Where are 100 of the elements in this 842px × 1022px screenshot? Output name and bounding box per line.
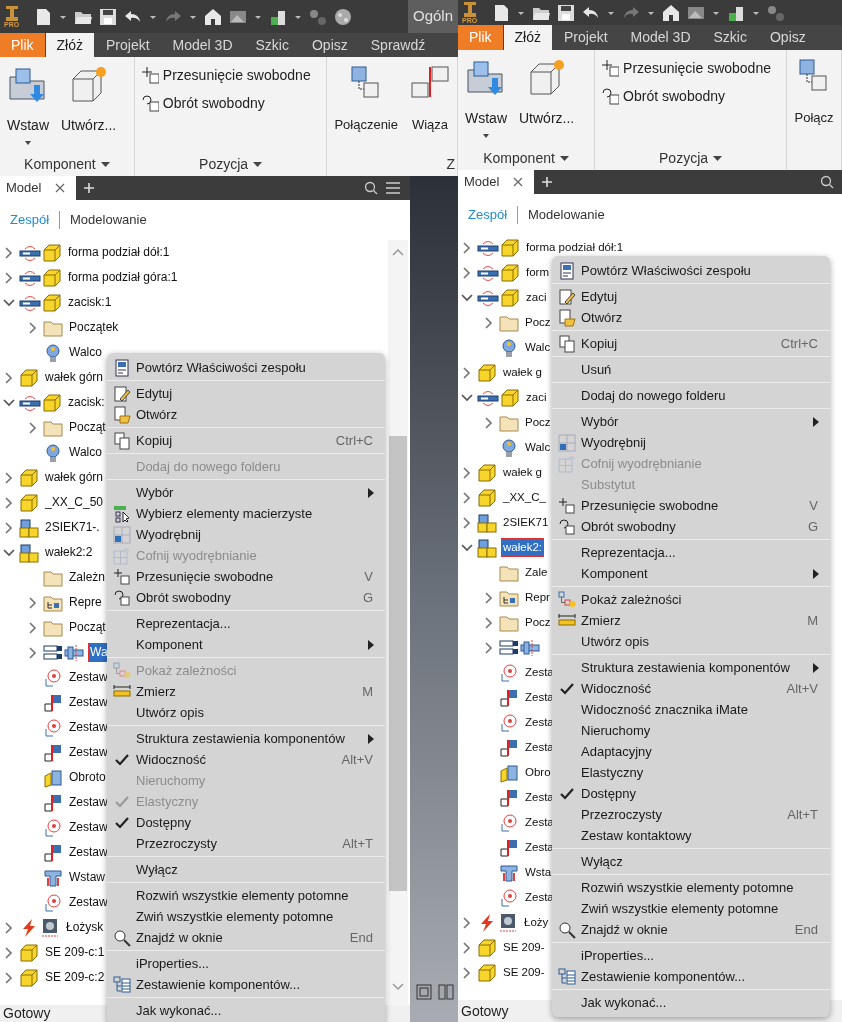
ribbon-button[interactable]: Wstaw (462, 56, 510, 146)
chevron-up-icon[interactable] (392, 248, 404, 256)
tree-item[interactable]: Walc (523, 338, 553, 357)
tree-item[interactable]: SE 209-c:1 (43, 943, 107, 962)
new-file-icon[interactable] (34, 7, 53, 26)
menu-item[interactable]: Rozwiń wszystkie elementy potomne (552, 877, 830, 898)
plus-icon[interactable] (84, 183, 94, 193)
ribbon-button[interactable]: Obrót swobodny (599, 84, 782, 108)
save-icon[interactable] (99, 7, 118, 26)
menu-item[interactable]: Przezroczysty Alt+T (552, 804, 830, 825)
ribbon-tab[interactable]: Model 3D (619, 25, 702, 50)
menu-item[interactable]: Zwiń wszystkie elementy potomne (107, 906, 385, 927)
menu-item[interactable]: Wybór (552, 411, 830, 432)
tree-item[interactable]: wałek g (501, 363, 544, 382)
menu-item[interactable]: Zestawienie komponentów... (107, 974, 385, 995)
plus-icon[interactable] (542, 177, 552, 187)
menu-item[interactable]: Pokaż zależności (552, 589, 830, 610)
tree-item[interactable]: Walc (523, 438, 553, 457)
tree-item[interactable]: Zestaw (67, 843, 110, 862)
menu-item[interactable]: Reprezentacja... (552, 542, 830, 563)
ribbon-button[interactable]: Wiąza (407, 63, 453, 152)
tree-item[interactable]: Zestaw (67, 818, 110, 837)
dots-icon[interactable] (767, 3, 786, 22)
menu-item[interactable]: Dostępny (552, 783, 830, 804)
globe-icon[interactable] (334, 7, 353, 26)
ribbon-button[interactable]: Utwórz... (58, 63, 120, 152)
chevron-right-icon[interactable] (463, 941, 471, 954)
ribbon-button[interactable]: Utwórz... (516, 56, 578, 146)
close-icon[interactable] (55, 183, 66, 193)
tree-item[interactable]: forma podział dół:1 (66, 243, 172, 262)
chevron-right-icon[interactable] (5, 496, 13, 509)
tree-item[interactable]: Zależn (67, 568, 108, 587)
chevron-right-icon[interactable] (485, 416, 493, 429)
chevron-right-icon[interactable] (463, 266, 471, 279)
chevron-right-icon[interactable] (485, 316, 493, 329)
menu-item[interactable]: Komponent (107, 634, 385, 655)
dots-icon[interactable] (309, 7, 328, 26)
menu-item[interactable]: iProperties... (552, 945, 830, 966)
menu-item[interactable]: Komponent (552, 563, 830, 584)
ribbon-group-title[interactable]: Komponent (483, 147, 569, 169)
menu-item[interactable]: iProperties... (107, 953, 385, 974)
tree-item[interactable]: Repre (67, 593, 104, 612)
tree-item[interactable]: SE 209- (501, 938, 547, 957)
menu-item[interactable]: Przezroczysty Alt+T (107, 833, 385, 854)
menu-item[interactable]: Nieruchomy (552, 720, 830, 741)
home-icon[interactable] (204, 7, 223, 26)
menu-item[interactable]: Zestaw kontaktowy (552, 825, 830, 846)
tree-item[interactable]: SE 209-c:2 (43, 968, 107, 987)
tree-item[interactable]: Zestaw (67, 793, 110, 812)
tree-item[interactable]: wałek g (501, 463, 544, 482)
ribbon-tab[interactable]: Złóż (45, 33, 94, 57)
menu-item[interactable]: Przesunięcie swobodne V (552, 495, 830, 516)
menu-item[interactable]: Zestawienie komponentów... (552, 966, 830, 987)
tree-item[interactable]: Łożysk (64, 918, 106, 937)
chevron-right-icon[interactable] (29, 621, 37, 634)
menu-item[interactable]: Wyłącz (107, 859, 385, 880)
tree-item[interactable]: Walco (67, 343, 104, 362)
chevron-right-icon[interactable] (5, 971, 13, 984)
menu-item[interactable]: Widoczność Alt+V (552, 678, 830, 699)
tree-item[interactable]: wałek górn (43, 368, 106, 387)
menu-item[interactable]: Rozwiń wszystkie elementy potomne (107, 885, 385, 906)
tree-item[interactable]: Począt (67, 418, 108, 437)
tree-item[interactable]: Wa (88, 643, 110, 662)
tree-item[interactable]: Pocz (523, 313, 553, 332)
chevron-right-icon[interactable] (29, 421, 37, 434)
tree-item[interactable]: Zale (523, 563, 550, 582)
scrollbar-thumb[interactable] (389, 436, 407, 891)
tree-item[interactable]: 2SIEK71-. (43, 518, 102, 537)
menu-item[interactable]: Zwiń wszystkie elementy potomne (552, 898, 830, 919)
close-icon[interactable] (513, 177, 524, 187)
menu-item[interactable]: Otwórz (107, 404, 385, 425)
menu-item[interactable]: Wyodrębnij (552, 432, 830, 453)
tree-item[interactable]: Walco (67, 443, 104, 462)
tree-item[interactable]: zaci (524, 288, 549, 307)
chevron-right-icon[interactable] (463, 966, 471, 979)
ribbon-tab[interactable]: Szkic (702, 25, 758, 50)
tree-item[interactable]: Zestaw (67, 893, 110, 912)
menu-item[interactable]: Zmierz M (552, 610, 830, 631)
menu-item[interactable]: Kopiuj Ctrl+C (552, 333, 830, 354)
browser-tab[interactable]: Model (0, 176, 76, 200)
chevron-right-icon[interactable] (485, 616, 493, 629)
menu-item[interactable]: Usuń (552, 359, 830, 380)
menu-item[interactable]: Struktura zestawienia komponentów (107, 728, 385, 749)
menu-item[interactable]: Zmierz M (107, 681, 385, 702)
search-icon[interactable] (820, 175, 834, 189)
menu-item[interactable]: Elastyczny (552, 762, 830, 783)
ribbon-group-title[interactable]: Komponent (24, 153, 110, 175)
tree-item[interactable]: Wstaw (67, 868, 107, 887)
tree-item[interactable]: zacisk: (66, 393, 107, 412)
menu-item[interactable]: Dostępny (107, 812, 385, 833)
chevron-down-icon[interactable] (3, 398, 15, 407)
tree-item[interactable]: _XX_C_50 (43, 493, 106, 512)
tree-item[interactable]: Łoży (522, 913, 551, 932)
ribbon-tab[interactable]: Sprawdź (359, 33, 437, 57)
tree-item[interactable]: wałek2: (501, 538, 544, 557)
menu-item[interactable]: Struktura zestawienia komponentów (552, 657, 830, 678)
browser-subtab[interactable]: Zespół (468, 204, 508, 225)
menu-item[interactable]: Adaptacyjny (552, 741, 830, 762)
chevron-down-icon[interactable] (461, 543, 473, 552)
ribbon-button[interactable]: Przesunięcie swobodne (138, 63, 323, 87)
